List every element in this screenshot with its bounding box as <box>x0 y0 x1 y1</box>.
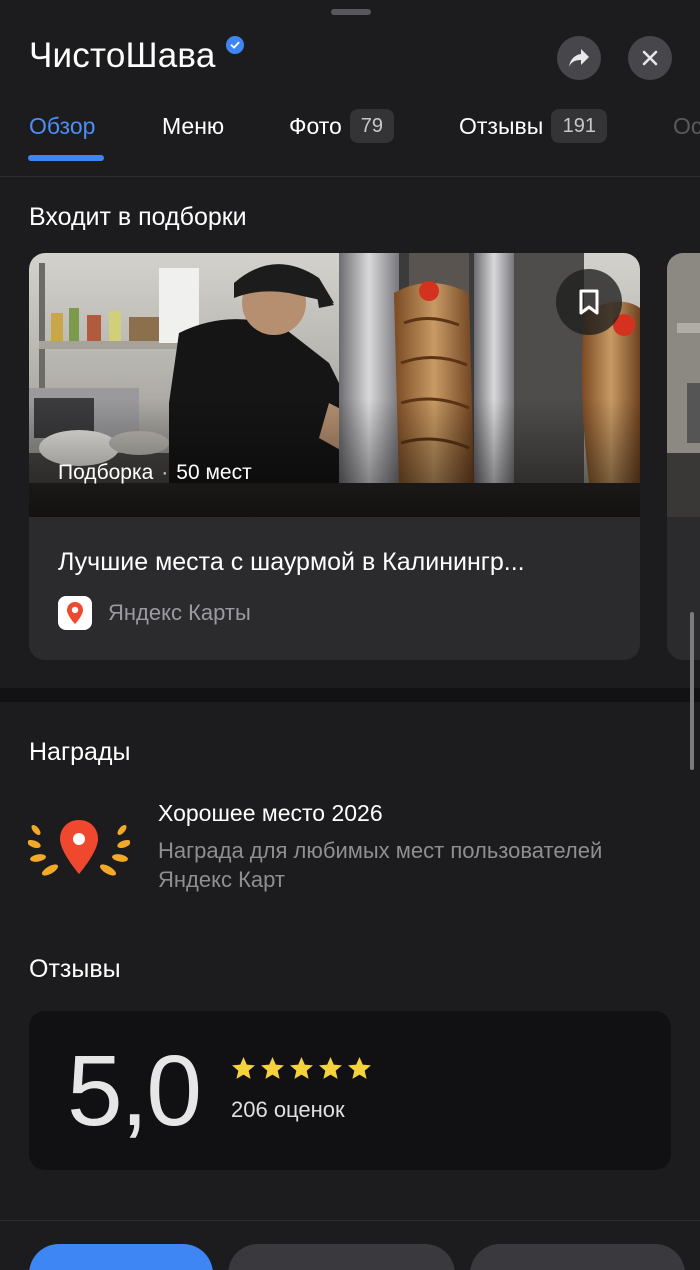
secondary-action-button[interactable] <box>228 1244 455 1270</box>
star-icon <box>232 1057 255 1079</box>
rating-value: 5,0 <box>67 1035 202 1147</box>
next-card-photo <box>667 253 700 517</box>
section-separator <box>0 688 700 702</box>
active-tab-indicator <box>28 155 104 161</box>
tab-menu[interactable]: Меню <box>162 106 224 146</box>
next-collection-card[interactable] <box>667 253 700 660</box>
meta-separator: · <box>161 461 169 484</box>
rating-summary[interactable]: 5,0 206 оценок <box>29 1011 671 1170</box>
tab-reviews[interactable]: Отзывы 191 <box>459 106 608 146</box>
tertiary-action-button[interactable] <box>470 1244 685 1270</box>
place-header: ЧистоШава Обзор Меню Фото 79 Отзывы 191 … <box>0 0 700 178</box>
bottom-divider <box>0 1220 700 1221</box>
award-description: Награда для любимых мест пользователей Я… <box>158 838 603 892</box>
collection-title: Лучшие места с шаурмой в Калинингр... <box>58 548 525 576</box>
award-laurel-icon <box>27 818 131 880</box>
tab-label: Меню <box>162 112 225 139</box>
scrollbar[interactable] <box>690 612 694 770</box>
star-icon <box>261 1057 284 1079</box>
place-name: ЧистоШава <box>29 36 216 75</box>
tab-photos[interactable]: Фото 79 <box>289 106 394 146</box>
collection-card[interactable]: Подборка · 50 мест Лучшие места с шаурмой … <box>29 253 640 660</box>
yandex-maps-logo <box>58 596 92 630</box>
place-card-sheet: ЧистоШава Обзор Меню Фото 79 Отзывы 191 … <box>0 0 700 1270</box>
awards-heading: Награды <box>29 738 131 766</box>
tab-bar: Обзор Меню Фото 79 Отзывы 191 Ос <box>0 106 700 161</box>
tab-label: Фото <box>289 112 342 139</box>
bookmark-button[interactable] <box>556 269 622 335</box>
tab-label: Отзывы <box>459 112 544 139</box>
share-arrow-icon <box>569 49 589 67</box>
collection-source: Яндекс Карты <box>58 596 251 630</box>
rating-count: 206 оценок <box>231 1097 345 1122</box>
tab-features[interactable]: Ос <box>673 106 700 146</box>
tab-label: Обзор <box>29 112 96 139</box>
header-divider <box>0 176 700 177</box>
close-icon <box>642 50 658 66</box>
photo-count-badge: 79 <box>349 109 394 143</box>
collections-heading: Входит в подборки <box>29 203 247 231</box>
rating-stars <box>230 1055 373 1082</box>
award-name: Хорошее место 2026 <box>158 800 383 826</box>
bookmark-icon <box>579 289 599 315</box>
star-icon <box>319 1057 342 1079</box>
reviews-heading: Отзывы <box>29 955 121 983</box>
place-title: ЧистоШава <box>29 36 244 76</box>
award-pin-icon <box>60 820 98 874</box>
review-count-badge: 191 <box>551 109 608 143</box>
star-icon <box>290 1057 313 1079</box>
share-button[interactable] <box>557 36 601 80</box>
collection-place-count: 50 мест <box>176 461 252 484</box>
collection-type: Подборка <box>58 461 154 484</box>
close-button[interactable] <box>628 36 672 80</box>
collection-meta: Подборка · 50 мест <box>58 461 252 485</box>
source-name: Яндекс Карты <box>108 600 251 625</box>
collection-photo: Подборка · 50 мест <box>29 253 640 517</box>
tab-overview[interactable]: Обзор <box>29 106 95 146</box>
verified-badge-icon <box>225 36 244 54</box>
tab-label: Ос <box>673 112 700 139</box>
star-icon <box>348 1057 371 1079</box>
primary-action-button[interactable] <box>29 1244 213 1270</box>
